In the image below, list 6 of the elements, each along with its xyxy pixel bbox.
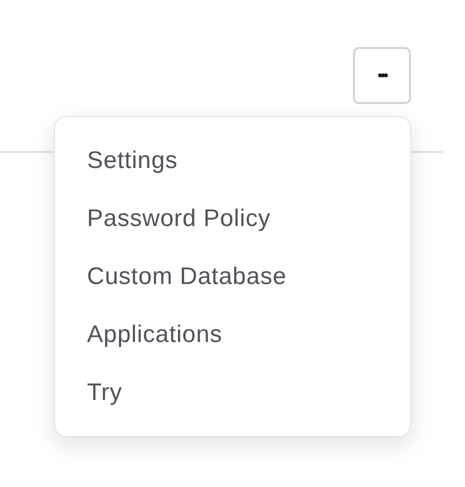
menu-item[interactable]: Password Policy (55, 190, 410, 248)
menu-item[interactable]: Custom Database (55, 248, 410, 306)
menu-item[interactable]: Try (55, 364, 410, 422)
menu-item[interactable]: Settings (55, 132, 410, 190)
more-button[interactable]: ••• (353, 47, 411, 104)
menu-item[interactable]: Applications (55, 306, 410, 364)
